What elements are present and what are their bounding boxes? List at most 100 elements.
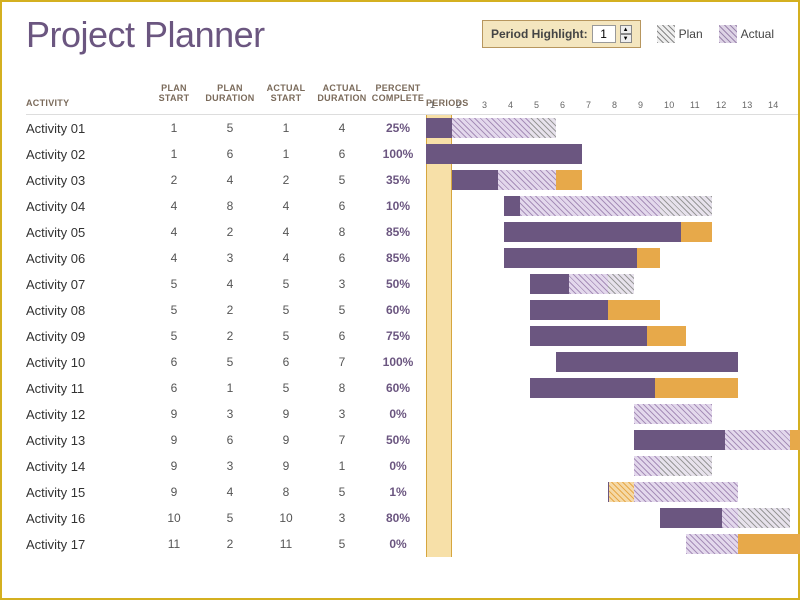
- period-tick: 5: [534, 100, 560, 110]
- percent-complete: 75%: [370, 329, 426, 343]
- activity-name: Activity 10: [26, 355, 146, 370]
- plan-duration: 2: [202, 225, 258, 239]
- activity-name: Activity 03: [26, 173, 146, 188]
- page-title: Project Planner: [26, 14, 265, 56]
- plan-start: 9: [146, 407, 202, 421]
- actual-duration: 8: [314, 381, 370, 395]
- actual-start: 5: [258, 303, 314, 317]
- col-percent-complete: PERCENT COMPLETE: [370, 84, 426, 108]
- plan-duration: 8: [202, 199, 258, 213]
- actual-swatch-icon: [719, 25, 737, 43]
- table-row: Activity 106567100%: [26, 349, 798, 375]
- percent-complete: 0%: [370, 537, 426, 551]
- actual-start: 5: [258, 277, 314, 291]
- percent-complete: 50%: [370, 433, 426, 447]
- actual-duration: 5: [314, 537, 370, 551]
- actual-duration: 6: [314, 251, 370, 265]
- plan-start: 9: [146, 459, 202, 473]
- table-row: Activity 021616100%: [26, 141, 798, 167]
- legend-plan: Plan: [657, 25, 703, 43]
- percent-complete: 10%: [370, 199, 426, 213]
- period-stepper[interactable]: ▲ ▼: [620, 25, 632, 43]
- plan-duration: 6: [202, 433, 258, 447]
- actual-duration: 3: [314, 407, 370, 421]
- column-headers: ACTIVITY PLAN START PLAN DURATION ACTUAL…: [26, 66, 798, 114]
- plan-duration: 3: [202, 251, 258, 265]
- actual-bar: [634, 482, 738, 502]
- col-activity: ACTIVITY: [26, 84, 146, 108]
- activity-name: Activity 17: [26, 537, 146, 552]
- legend-actual: Actual: [719, 25, 774, 43]
- complete-bar: [504, 248, 637, 268]
- actual-start: 2: [258, 173, 314, 187]
- activity-name: Activity 12: [26, 407, 146, 422]
- actual-start: 1: [258, 147, 314, 161]
- actual-duration: 5: [314, 303, 370, 317]
- period-tick: 1: [430, 100, 456, 110]
- activity-name: Activity 08: [26, 303, 146, 318]
- actual-duration: 3: [314, 511, 370, 525]
- actual-beyond-bar: [556, 170, 582, 190]
- table-row: Activity 06434685%: [26, 245, 798, 271]
- col-periods: PERIODS 1234567891011121314: [426, 84, 798, 108]
- percent-complete: 0%: [370, 459, 426, 473]
- plan-start: 1: [146, 147, 202, 161]
- gantt-cell: [426, 245, 798, 271]
- complete-bar: [504, 222, 681, 242]
- actual-start: 6: [258, 355, 314, 369]
- table-row: Activity 11615860%: [26, 375, 798, 401]
- period-tick: 4: [508, 100, 534, 110]
- plan-duration: 3: [202, 407, 258, 421]
- table-row: Activity 1610510380%: [26, 505, 798, 531]
- plan-start: 5: [146, 303, 202, 317]
- actual-start: 8: [258, 485, 314, 499]
- table-row: Activity 1293930%: [26, 401, 798, 427]
- actual-duration: 5: [314, 173, 370, 187]
- table-row: Activity 01151425%: [26, 115, 798, 141]
- actual-duration: 6: [314, 199, 370, 213]
- table-row: Activity 09525675%: [26, 323, 798, 349]
- plan-start: 9: [146, 485, 202, 499]
- period-tick: 7: [586, 100, 612, 110]
- period-tick: 6: [560, 100, 586, 110]
- plan-start: 11: [146, 537, 202, 551]
- plan-duration: 4: [202, 277, 258, 291]
- plan-duration: 3: [202, 459, 258, 473]
- percent-complete: 85%: [370, 251, 426, 265]
- table-row: Activity 04484610%: [26, 193, 798, 219]
- table-row: Activity 03242535%: [26, 167, 798, 193]
- plan-start: 4: [146, 225, 202, 239]
- table-row: Activity 1594851%: [26, 479, 798, 505]
- complete-bar: [530, 326, 647, 346]
- stepper-down-icon[interactable]: ▼: [620, 34, 632, 43]
- plan-start: 5: [146, 329, 202, 343]
- plan-start: 6: [146, 355, 202, 369]
- actual-duration: 3: [314, 277, 370, 291]
- actual-start: 9: [258, 433, 314, 447]
- actual-start: 5: [258, 381, 314, 395]
- activity-name: Activity 05: [26, 225, 146, 240]
- table-row: Activity 07545350%: [26, 271, 798, 297]
- plan-duration: 5: [202, 121, 258, 135]
- activity-name: Activity 04: [26, 199, 146, 214]
- percent-complete: 85%: [370, 225, 426, 239]
- actual-duration: 6: [314, 329, 370, 343]
- actual-start: 4: [258, 251, 314, 265]
- gantt-cell: [426, 271, 798, 297]
- period-tick: 10: [664, 100, 690, 110]
- plan-start: 9: [146, 433, 202, 447]
- period-highlight-control[interactable]: Period Highlight: ▲ ▼: [482, 20, 641, 48]
- plan-duration: 2: [202, 329, 258, 343]
- stepper-up-icon[interactable]: ▲: [620, 25, 632, 34]
- actual-start: 4: [258, 199, 314, 213]
- activity-name: Activity 14: [26, 459, 146, 474]
- period-highlight-input[interactable]: [592, 25, 616, 43]
- col-plan-start: PLAN START: [146, 84, 202, 108]
- period-tick: 3: [482, 100, 508, 110]
- actual-beyond-bar: [738, 534, 800, 554]
- activity-name: Activity 11: [26, 381, 146, 396]
- actual-bar: [686, 534, 738, 554]
- legend-plan-label: Plan: [679, 27, 703, 41]
- plan-duration: 5: [202, 355, 258, 369]
- plan-duration: 2: [202, 303, 258, 317]
